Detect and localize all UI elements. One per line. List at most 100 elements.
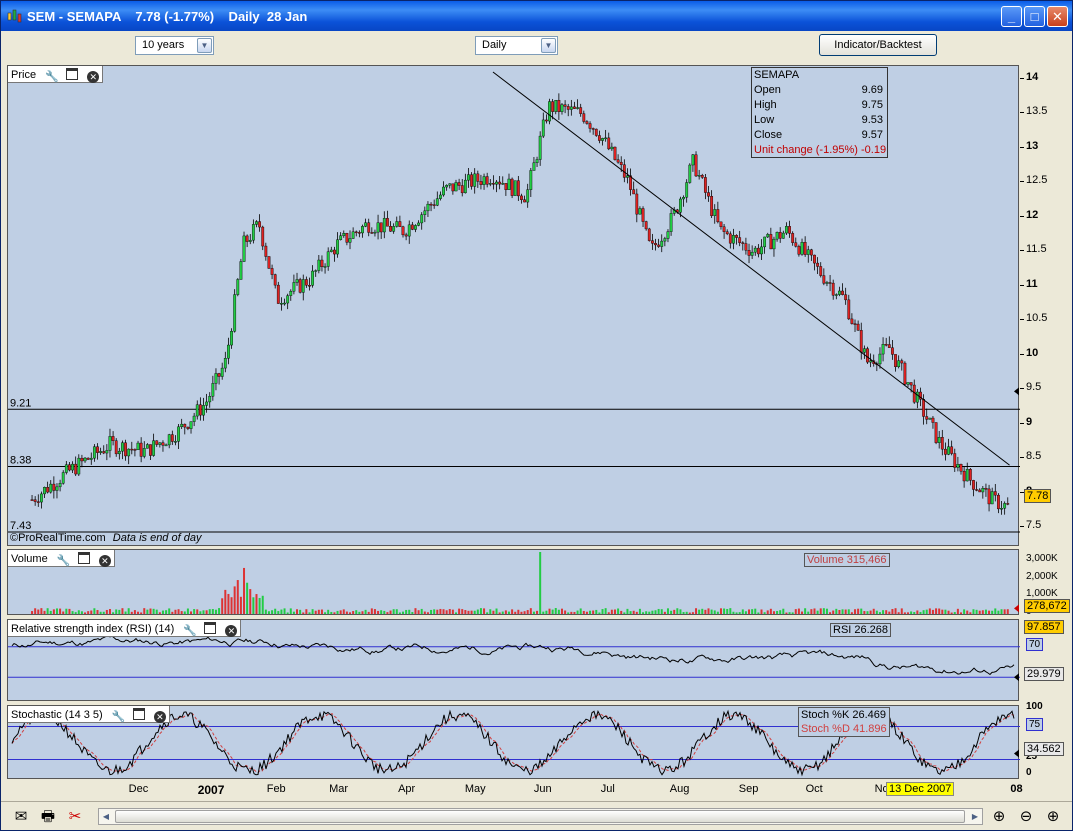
indicator-backtest-button[interactable]: Indicator/Backtest xyxy=(819,34,937,56)
wrench-icon[interactable]: 🔧 xyxy=(57,555,71,567)
close-icon[interactable]: ✕ xyxy=(87,71,100,83)
volume-bar xyxy=(314,610,317,614)
volume-panel[interactable]: Volume 🔧 ✕ Volume 315,466 xyxy=(7,549,1019,615)
volume-bar xyxy=(648,611,651,614)
volume-bar xyxy=(994,608,997,614)
volume-bar xyxy=(317,609,320,614)
maximize-button[interactable]: □ xyxy=(1024,6,1045,27)
window-icon[interactable] xyxy=(77,552,90,564)
volume-bar xyxy=(857,608,860,614)
stochastic-panel[interactable]: Stochastic (14 3 5) 🔧 ✕ Stoch %K 26.469 … xyxy=(7,705,1020,779)
candle-body xyxy=(276,284,280,304)
volume-bar xyxy=(90,610,93,614)
volume-bar xyxy=(657,608,660,614)
volume-bar xyxy=(283,608,286,614)
volume-bar xyxy=(754,608,757,614)
zoom-out-icon[interactable]: ⊖ xyxy=(1016,807,1036,827)
scroll-thumb[interactable] xyxy=(115,810,965,823)
email-icon[interactable]: ✉ xyxy=(11,807,31,827)
volume-bar xyxy=(691,612,694,614)
title-bar[interactable]: SEM - SEMAPA 7.78 (-1.77%) Daily 28 Jan … xyxy=(1,1,1072,31)
candle-body xyxy=(744,243,748,251)
close-button[interactable]: ✕ xyxy=(1047,6,1068,27)
volume-bar xyxy=(274,608,277,614)
crosshair-off-icon[interactable]: ✂ xyxy=(65,807,85,827)
candle-body xyxy=(214,373,218,384)
candle-body xyxy=(626,175,629,178)
rsi-panel[interactable]: Relative strength index (RSI) (14) 🔧 ✕ R… xyxy=(7,619,1020,701)
candle-body xyxy=(535,159,539,164)
info-name: SEMAPA xyxy=(754,69,800,81)
volume-bar xyxy=(1000,609,1003,614)
window-icon[interactable] xyxy=(204,622,217,634)
interval-select[interactable]: Daily ▼ xyxy=(475,36,558,55)
minimize-button[interactable]: _ xyxy=(1001,6,1022,27)
volume-bar xyxy=(829,612,832,614)
candle-body xyxy=(884,344,888,346)
volume-bar xyxy=(433,609,436,614)
wrench-icon[interactable]: 🔧 xyxy=(45,71,59,83)
volume-bar xyxy=(604,608,607,614)
volume-bar xyxy=(292,611,295,614)
zoom-fit-icon[interactable]: ⊕ xyxy=(989,807,1009,827)
volume-bar xyxy=(685,611,688,614)
volume-bar xyxy=(570,611,573,614)
footer-note: ©ProRealTime.com Data is end of day xyxy=(10,532,201,544)
volume-bar xyxy=(271,610,274,614)
candle-body xyxy=(351,231,355,239)
volume-bar xyxy=(349,612,352,614)
volume-bar xyxy=(682,612,685,614)
candle-body xyxy=(311,270,314,286)
candle-body xyxy=(591,128,595,130)
candle-body xyxy=(460,185,464,194)
volume-bar xyxy=(554,608,557,614)
candle-body xyxy=(847,299,851,320)
price-tick xyxy=(1020,112,1024,114)
candle-body xyxy=(601,138,604,141)
volume-bar xyxy=(333,612,336,614)
rsi-readout: RSI 26.268 xyxy=(830,623,892,637)
volume-bar xyxy=(137,611,140,614)
x-axis: Dec 2007 Feb Mar Apr May Jun Jul Aug Sep Oct Nov 08 xyxy=(7,781,1023,799)
candle-body xyxy=(230,331,233,346)
zoom-in-icon[interactable]: ⊕ xyxy=(1043,807,1063,827)
volume-bar xyxy=(560,608,563,614)
close-icon[interactable]: ✕ xyxy=(98,555,111,567)
rsi-panel-header: Relative strength index (RSI) (14) 🔧 ✕ xyxy=(8,620,242,637)
candle-body xyxy=(841,290,844,295)
close-icon[interactable]: ✕ xyxy=(153,711,166,723)
time-scrollbar[interactable]: ◀ ▶ xyxy=(98,808,983,825)
volume-bar xyxy=(501,611,504,614)
window-icon[interactable] xyxy=(132,708,145,720)
volume-bar xyxy=(601,609,604,614)
volume-bar xyxy=(620,610,623,614)
volume-bar xyxy=(448,609,451,614)
period-select[interactable]: 10 years ▼ xyxy=(135,36,214,55)
volume-bar xyxy=(74,612,77,614)
candle-body xyxy=(934,422,938,443)
scroll-right-icon[interactable]: ▶ xyxy=(968,810,982,823)
candle-body xyxy=(117,450,121,455)
window-icon[interactable] xyxy=(66,68,79,80)
chevron-down-icon: ▼ xyxy=(197,38,212,53)
candle-body xyxy=(155,440,159,445)
candle-body xyxy=(632,189,636,195)
candle-body xyxy=(551,101,555,112)
volume-bar xyxy=(286,612,289,614)
volume-bar xyxy=(944,609,947,614)
volume-bar xyxy=(339,610,342,614)
close-icon[interactable]: ✕ xyxy=(225,625,238,637)
printer-icon[interactable]: 🖶 xyxy=(38,807,58,827)
price-tick-label: 14 xyxy=(1026,70,1039,83)
volume-bar xyxy=(626,608,629,614)
scroll-left-icon[interactable]: ◀ xyxy=(99,810,113,823)
candle-body xyxy=(145,444,149,449)
volume-bar xyxy=(969,612,972,614)
candle-body xyxy=(398,221,402,227)
candle-body xyxy=(523,199,526,203)
candle-body xyxy=(987,488,991,505)
wrench-icon[interactable]: 🔧 xyxy=(112,711,126,723)
wrench-icon[interactable]: 🔧 xyxy=(183,625,197,637)
volume-bar xyxy=(243,567,246,614)
candle-body xyxy=(660,240,664,247)
